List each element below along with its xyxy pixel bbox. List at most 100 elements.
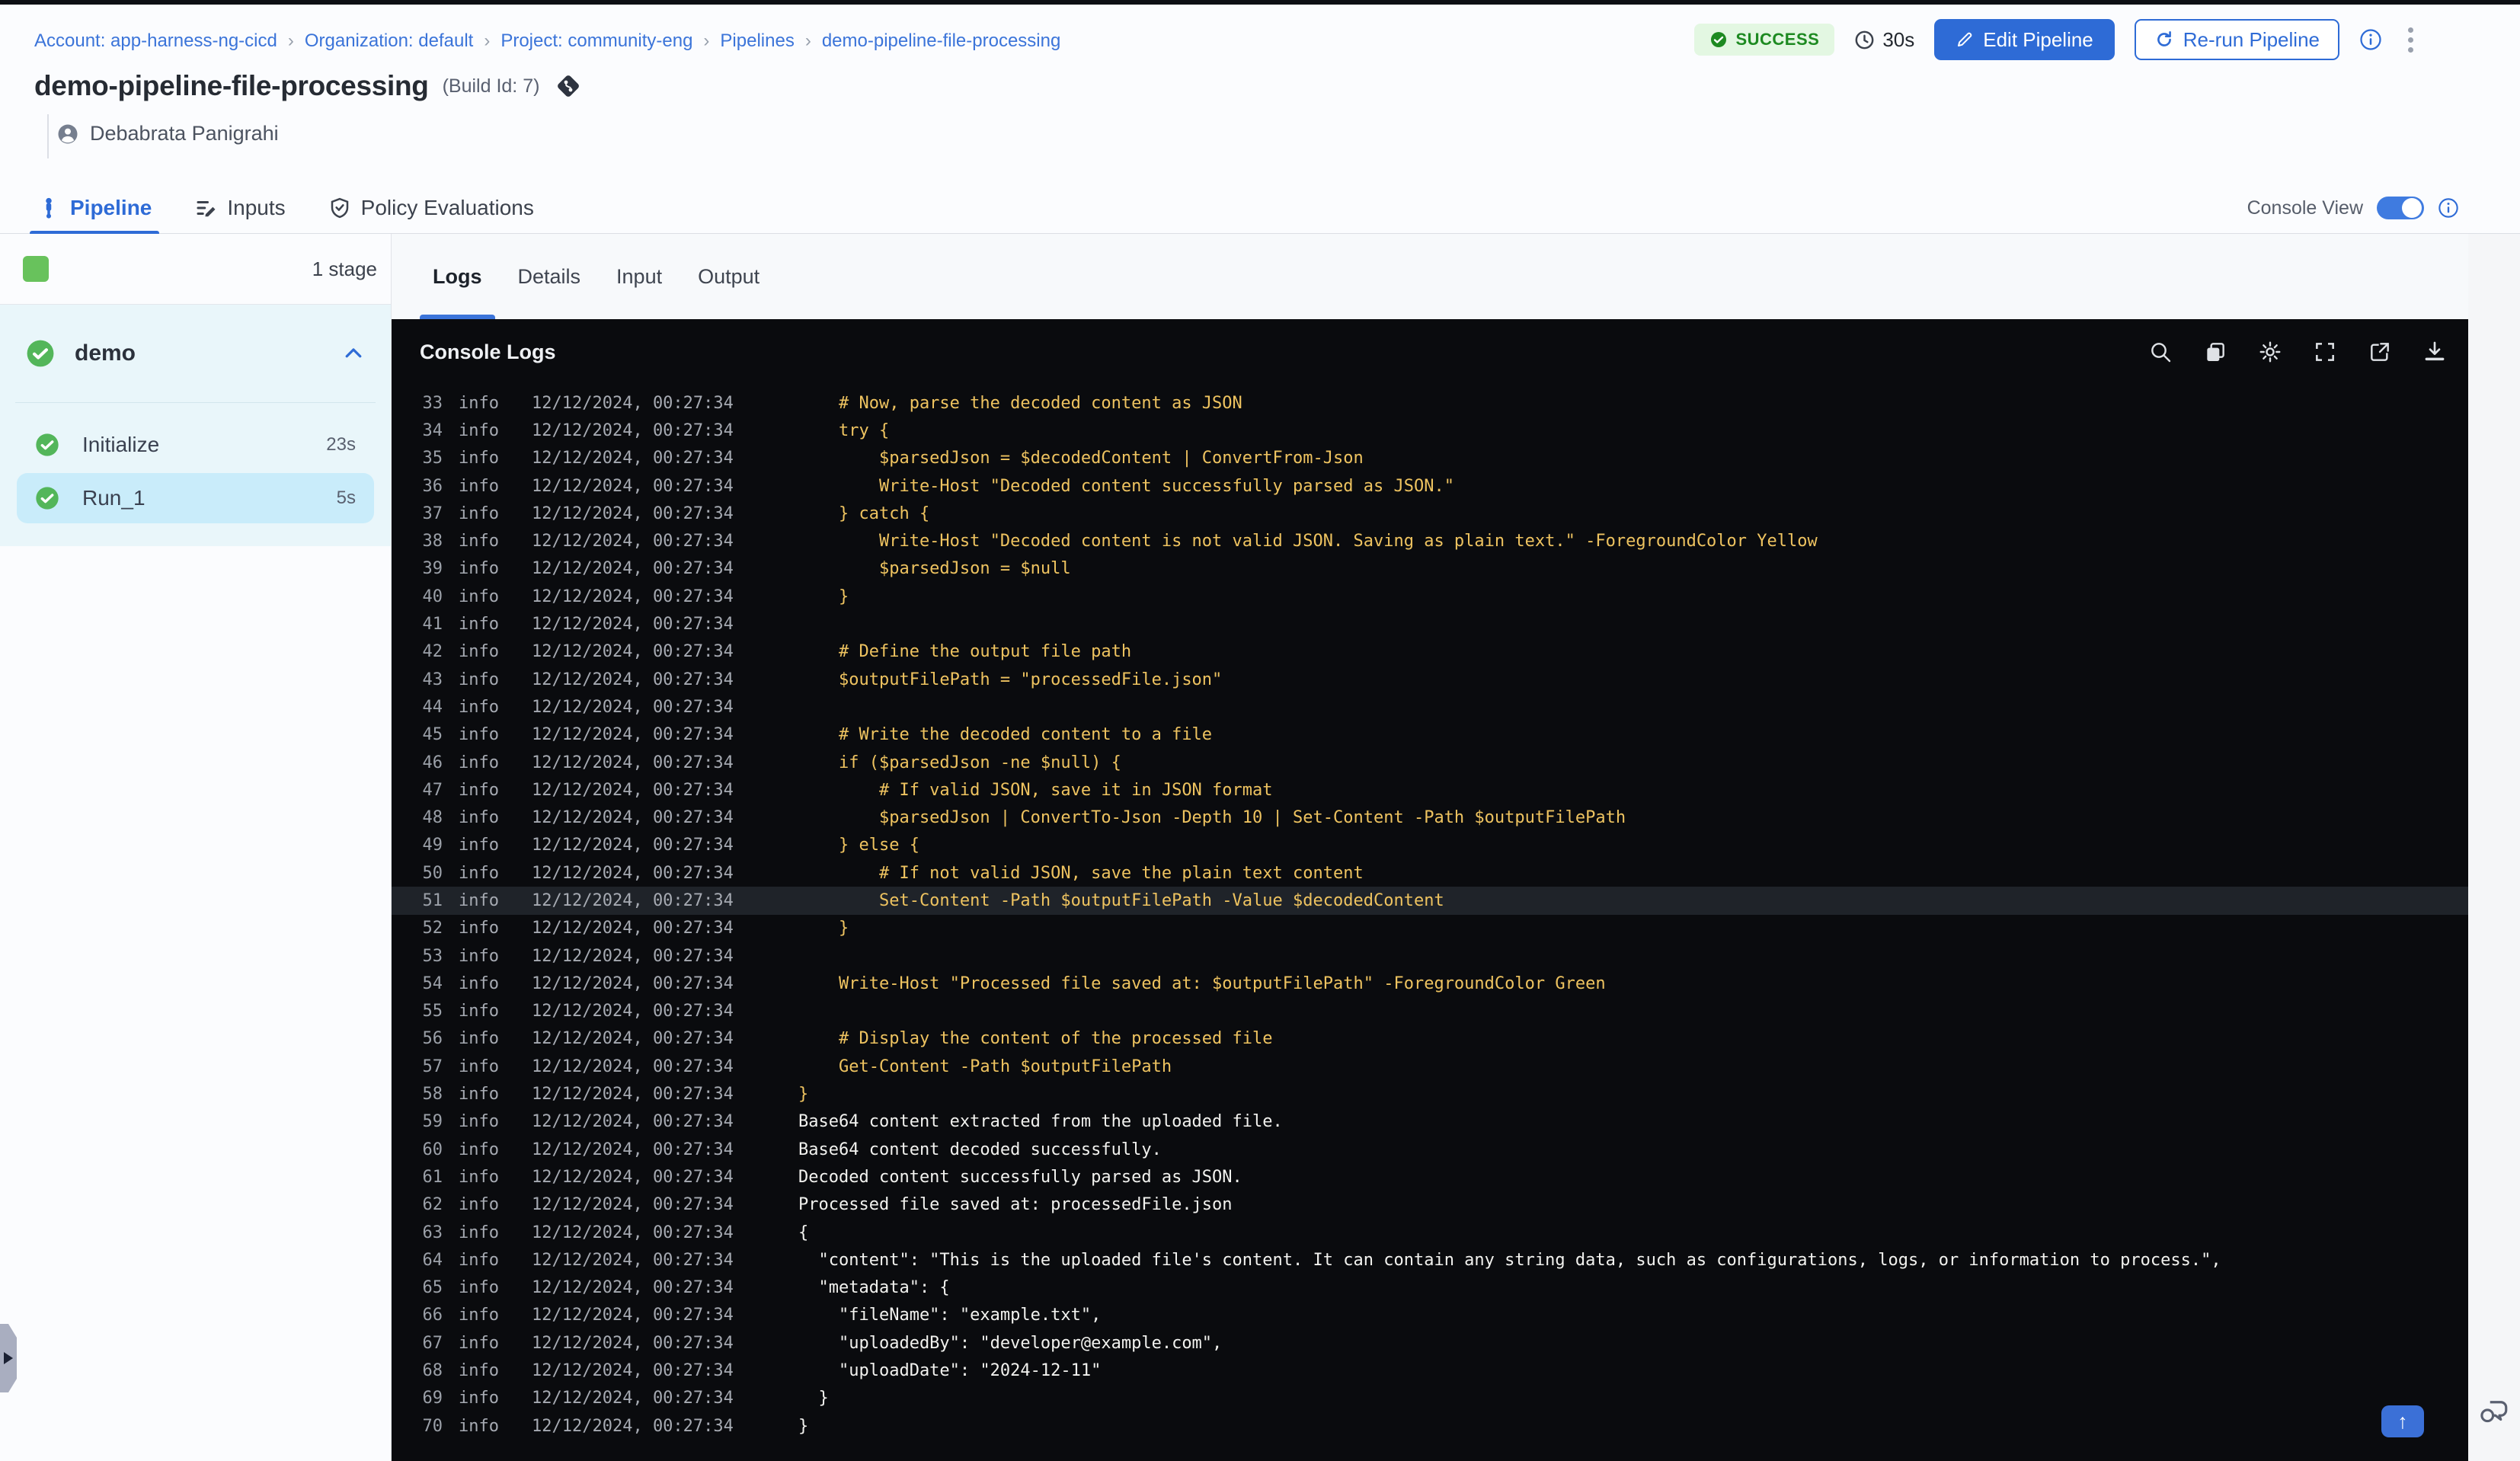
log-level: info <box>459 1361 499 1381</box>
breadcrumb-separator-icon: › <box>703 30 710 51</box>
log-timestamp: 12/12/2024, 00:27:34 <box>532 1002 734 1021</box>
rerun-info-icon[interactable] <box>2359 28 2382 51</box>
log-row: 57 info 12/12/2024, 00:27:34 Get-Content -… <box>392 1053 2468 1080</box>
chevron-up-icon[interactable] <box>342 342 365 365</box>
log-tab-details[interactable]: Details <box>518 234 581 319</box>
log-timestamp: 12/12/2024, 00:27:34 <box>532 615 734 635</box>
log-timestamp: 12/12/2024, 00:27:34 <box>532 1306 734 1325</box>
log-message: # If valid JSON, save it in JSON format <box>798 780 1273 800</box>
log-level: info <box>459 1195 499 1215</box>
log-line-number: 66 <box>422 1306 443 1325</box>
log-level: info <box>459 1112 499 1132</box>
more-options-menu[interactable] <box>2402 24 2419 56</box>
breadcrumb-link[interactable]: Account: app-harness-ng-cicd <box>34 30 277 52</box>
log-level: info <box>459 559 499 579</box>
fullscreen-icon[interactable] <box>2313 340 2337 364</box>
log-tab-input[interactable]: Input <box>616 234 662 319</box>
log-level: info <box>459 780 499 800</box>
log-timestamp: 12/12/2024, 00:27:34 <box>532 393 734 413</box>
log-row: 48 info 12/12/2024, 00:27:34 $parsedJson |… <box>392 804 2468 831</box>
log-line-number: 69 <box>422 1389 443 1408</box>
log-row: 62 info 12/12/2024, 00:27:34 Processed file… <box>392 1191 2468 1219</box>
scroll-to-top-button[interactable]: ↑ <box>2381 1405 2424 1437</box>
step-list: Initialize 23s Run_1 5s <box>0 403 391 523</box>
log-message: } <box>798 1085 809 1105</box>
breadcrumb-link[interactable]: demo-pipeline-file-processing <box>822 30 1061 52</box>
log-message: $parsedJson = $decodedContent | ConvertF… <box>798 449 1364 468</box>
expand-left-nav-handle[interactable] <box>0 1324 17 1392</box>
log-level: info <box>459 532 499 551</box>
log-row: 51 info 12/12/2024, 00:27:34 Set-Content -… <box>392 887 2468 915</box>
log-level: info <box>459 420 499 440</box>
step-row-run_1[interactable]: Run_1 5s <box>17 473 374 523</box>
tab-pipeline[interactable]: Pipeline <box>29 183 160 235</box>
console-title: Console Logs <box>420 340 556 363</box>
rerun-pipeline-button[interactable]: Re-run Pipeline <box>2134 19 2339 60</box>
copy-icon[interactable] <box>2203 340 2227 364</box>
breadcrumb-link[interactable]: Organization: default <box>305 30 473 52</box>
log-level: info <box>459 753 499 772</box>
log-tab-logs[interactable]: Logs <box>420 234 494 319</box>
log-row: 33 info 12/12/2024, 00:27:34 # Now, parse … <box>392 389 2468 417</box>
log-level: info <box>459 1333 499 1353</box>
log-line-number: 38 <box>422 532 443 551</box>
step-row-initialize[interactable]: Initialize 23s <box>17 420 374 470</box>
log-line-number: 40 <box>422 587 443 606</box>
breadcrumb-link[interactable]: Project: community-eng <box>500 30 692 52</box>
shield-check-icon <box>331 197 348 219</box>
breadcrumb-separator-icon: › <box>804 30 811 51</box>
log-message: Set-Content -Path $outputFilePath -Value… <box>798 890 1444 910</box>
log-row: 61 info 12/12/2024, 00:27:34 Decoded conten… <box>392 1163 2468 1191</box>
edit-pipeline-button[interactable]: Edit Pipeline <box>1934 19 2115 60</box>
log-row: 55 info 12/12/2024, 00:27:34 <box>392 998 2468 1025</box>
log-row: 58 info 12/12/2024, 00:27:34} <box>392 1080 2468 1108</box>
log-line-number: 33 <box>422 393 443 413</box>
log-line-number: 67 <box>422 1333 443 1353</box>
log-tab-output[interactable]: Output <box>698 234 760 319</box>
log-timestamp: 12/12/2024, 00:27:34 <box>532 890 734 910</box>
settings-icon[interactable] <box>2258 340 2282 364</box>
log-message: $parsedJson | ConvertTo-Json -Depth 10 |… <box>798 808 1626 828</box>
log-row: 37 info 12/12/2024, 00:27:34 } catch { <box>392 500 2468 527</box>
log-row: 49 info 12/12/2024, 00:27:34 } else { <box>392 832 2468 859</box>
log-line-number: 54 <box>422 973 443 993</box>
tab-policy-evaluations[interactable]: Policy Evaluations <box>328 183 534 233</box>
log-row: 43 info 12/12/2024, 00:27:34 $outputFilePa… <box>392 666 2468 693</box>
duration-value: 30s <box>1882 27 1915 51</box>
stage-success-icon <box>27 340 54 367</box>
log-line-number: 55 <box>422 1002 443 1021</box>
chat-help-icon[interactable] <box>2478 1395 2510 1427</box>
pencil-icon <box>1958 32 1972 46</box>
log-timestamp: 12/12/2024, 00:27:34 <box>532 1195 734 1215</box>
log-message: } catch { <box>798 504 930 523</box>
search-icon[interactable] <box>2148 340 2173 364</box>
log-message: } else { <box>798 836 919 855</box>
log-line-number: 51 <box>422 890 443 910</box>
stage-group: demo Initialize 23s Run_1 5s <box>0 305 391 546</box>
rerun-icon <box>2157 30 2171 46</box>
log-message: Decoded content successfully parsed as J… <box>798 1167 1242 1187</box>
log-line-number: 58 <box>422 1085 443 1105</box>
console-view-info-icon[interactable] <box>2438 197 2459 219</box>
log-message: } <box>798 587 849 606</box>
log-row: 38 info 12/12/2024, 00:27:34 Write-Host "D… <box>392 527 2468 555</box>
log-row: 67 info 12/12/2024, 00:27:34 "uploadedBy":… <box>392 1329 2468 1357</box>
pipeline-icon <box>46 197 52 219</box>
log-timestamp: 12/12/2024, 00:27:34 <box>532 1278 734 1298</box>
log-line-number: 56 <box>422 1029 443 1049</box>
console-view-toggle[interactable] <box>2377 197 2424 219</box>
stage-row-demo[interactable]: demo <box>0 305 391 402</box>
log-message: # If not valid JSON, save the plain text… <box>798 863 1364 883</box>
step-success-icon <box>36 487 59 510</box>
stage-status-square <box>23 256 49 282</box>
log-timestamp: 12/12/2024, 00:27:34 <box>532 476 734 496</box>
download-icon[interactable] <box>2422 340 2447 364</box>
breadcrumb-link[interactable]: Pipelines <box>720 30 794 52</box>
tab-inputs[interactable]: Inputs <box>194 183 286 233</box>
log-timestamp: 12/12/2024, 00:27:34 <box>532 642 734 662</box>
log-line-number: 62 <box>422 1195 443 1215</box>
log-level: info <box>459 504 499 523</box>
open-in-new-icon[interactable] <box>2368 340 2392 364</box>
log-timestamp: 12/12/2024, 00:27:34 <box>532 725 734 745</box>
log-timestamp: 12/12/2024, 00:27:34 <box>532 1333 734 1353</box>
